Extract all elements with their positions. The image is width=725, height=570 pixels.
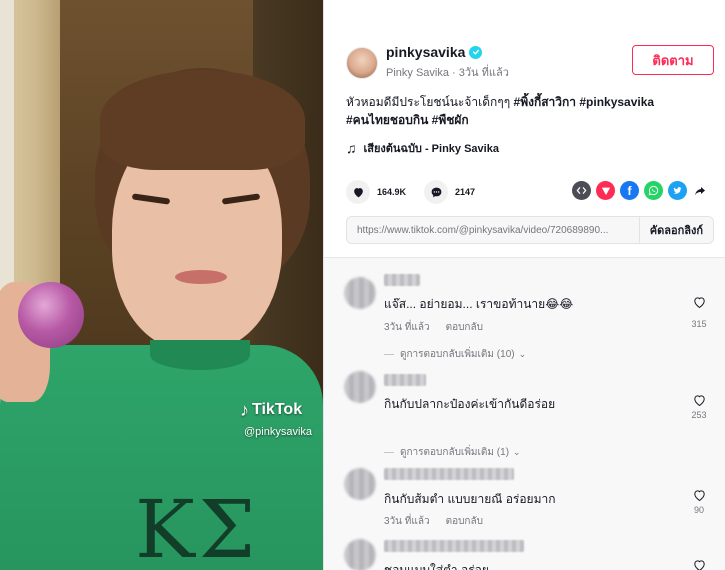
comment-like[interactable] <box>689 558 709 570</box>
shirt-print: ΚΣ <box>135 483 260 570</box>
commenter-avatar[interactable] <box>344 539 376 570</box>
comment-like-count: 315 <box>691 319 707 329</box>
author-display-name: Pinky Savika <box>386 67 449 79</box>
tiktok-watermark: ♪ TikTok <box>240 401 302 419</box>
reply-button[interactable]: ตอบกลับ <box>446 514 483 529</box>
music-label[interactable]: เสียงต้นฉบับ - Pinky Savika <box>364 139 499 157</box>
comment-like-count: 90 <box>693 505 704 515</box>
view-more-replies-label[interactable]: ดูการตอบกลับเพิ่มเติม (1) <box>400 445 509 460</box>
twitter-icon[interactable] <box>668 181 687 200</box>
comment-text: ชอบแบบใส่ตำ อร่อย <box>384 563 489 570</box>
like-button[interactable] <box>346 180 370 204</box>
facebook-icon[interactable]: f <box>620 181 639 200</box>
hashtag[interactable]: #pinkysavika <box>576 95 654 109</box>
heart-outline-icon <box>693 395 705 407</box>
commenter-name[interactable] <box>384 274 420 286</box>
share-icons: f <box>572 181 708 200</box>
view-more-replies-label[interactable]: ดูการตอบกลับเพิ่มเติม (10) <box>400 347 515 362</box>
hashtag[interactable]: #คนไทยชอบกิน <box>346 113 428 127</box>
comment-meta: 3วัน ที่แล้ว ตอบกลับ <box>384 320 483 335</box>
whatsapp-icon[interactable] <box>644 181 663 200</box>
watermark-handle: @pinkysavika <box>244 426 313 438</box>
chevron-down-icon: ⌄ <box>513 447 521 457</box>
hashtag[interactable]: #พืชผัก <box>428 113 469 127</box>
comment-icon <box>431 187 441 197</box>
commenter-name[interactable] <box>384 374 426 386</box>
send-icon[interactable] <box>596 181 615 200</box>
person-collar <box>150 340 250 370</box>
author-username-row[interactable]: pinkysavika <box>386 44 509 60</box>
comment-count: 2147 <box>455 187 476 197</box>
link-bar: https://www.tiktok.com/@pinkysavika/vide… <box>346 216 714 244</box>
commenter-avatar[interactable] <box>344 468 376 500</box>
video-player[interactable]: ΚΣ ♪ TikTok @pinkysavika <box>0 0 323 570</box>
comment-text: แจ๊ส... อย่ายอม... เราขอท้านาย😂😂 <box>384 297 574 311</box>
commenter-avatar[interactable] <box>344 371 376 403</box>
caption-text: หัวหอมดีมีประโยชน์นะจ้าเด็กๆๆ <box>346 95 514 109</box>
hashtag[interactable]: #พิ้งกี้สาวิกา <box>514 95 577 109</box>
commenter-avatar[interactable] <box>344 277 376 309</box>
commenter-name[interactable] <box>384 468 514 480</box>
comment-like[interactable]: 90 <box>689 488 709 515</box>
red-onion <box>18 282 84 348</box>
music-link[interactable]: ♫ เสียงต้นฉบับ - Pinky Savika <box>346 139 499 157</box>
comments-section[interactable]: แจ๊ส... อย่ายอม... เราขอท้านาย😂😂 3วัน ที… <box>324 257 725 570</box>
engagement-stats: 164.9K 2147 <box>346 180 493 204</box>
heart-icon <box>353 187 363 197</box>
comment-button[interactable] <box>424 180 449 204</box>
post-details-panel: pinkysavika Pinky Savika · 3วัน ที่แล้ว … <box>323 0 725 570</box>
video-url[interactable]: https://www.tiktok.com/@pinkysavika/vide… <box>347 225 639 236</box>
share-arrow-icon[interactable] <box>692 181 708 200</box>
heart-outline-icon <box>693 560 705 570</box>
author-info[interactable]: pinkysavika Pinky Savika · 3วัน ที่แล้ว <box>346 44 509 81</box>
tiktok-brand: TikTok <box>252 401 303 418</box>
comment-like[interactable]: 315 <box>689 295 709 329</box>
follow-button[interactable]: ติดตาม <box>632 45 714 75</box>
comment-time: 3วัน ที่แล้ว <box>384 516 430 527</box>
like-count: 164.9K <box>377 187 407 197</box>
post-caption: หัวหอมดีมีประโยชน์นะจ้าเด็กๆๆ #พิ้งกี้สา… <box>346 93 706 129</box>
comment-like-count: 253 <box>691 410 707 420</box>
commenter-name[interactable] <box>384 540 524 552</box>
subline-separator: · <box>448 67 459 79</box>
reply-button[interactable]: ตอบกลับ <box>446 320 483 335</box>
author-avatar[interactable] <box>346 46 378 79</box>
comment-like[interactable]: 253 <box>689 393 709 420</box>
author-username[interactable]: pinkysavika <box>386 44 465 60</box>
heart-outline-icon <box>693 490 705 502</box>
comment-meta: 3วัน ที่แล้ว ตอบกลับ <box>384 514 483 529</box>
comment-text: กินกับส้มตำ แบบยายณี อร่อยมาก <box>384 492 556 506</box>
person-mouth <box>175 270 227 284</box>
person-bangs <box>100 70 305 170</box>
view-more-replies[interactable]: ดูการตอบกลับเพิ่มเติม (10) ⌄ <box>384 347 526 362</box>
tiktok-logo-icon: ♪ <box>240 400 249 420</box>
chevron-down-icon: ⌄ <box>518 349 527 359</box>
heart-outline-icon <box>693 297 705 309</box>
comment-text: กินกับปลากะป๋องค่ะเข้ากันดีอร่อย <box>384 397 556 411</box>
music-note-icon: ♫ <box>346 140 357 156</box>
view-more-replies[interactable]: ดูการตอบกลับเพิ่มเติม (1) ⌄ <box>384 445 521 460</box>
post-time: 3วัน ที่แล้ว <box>458 67 509 79</box>
comment-time: 3วัน ที่แล้ว <box>384 322 430 333</box>
embed-icon[interactable] <box>572 181 591 200</box>
author-subline: Pinky Savika · 3วัน ที่แล้ว <box>386 63 509 81</box>
verified-badge-icon <box>469 45 483 59</box>
copy-link-button[interactable]: คัดลอกลิงก์ <box>638 217 713 243</box>
